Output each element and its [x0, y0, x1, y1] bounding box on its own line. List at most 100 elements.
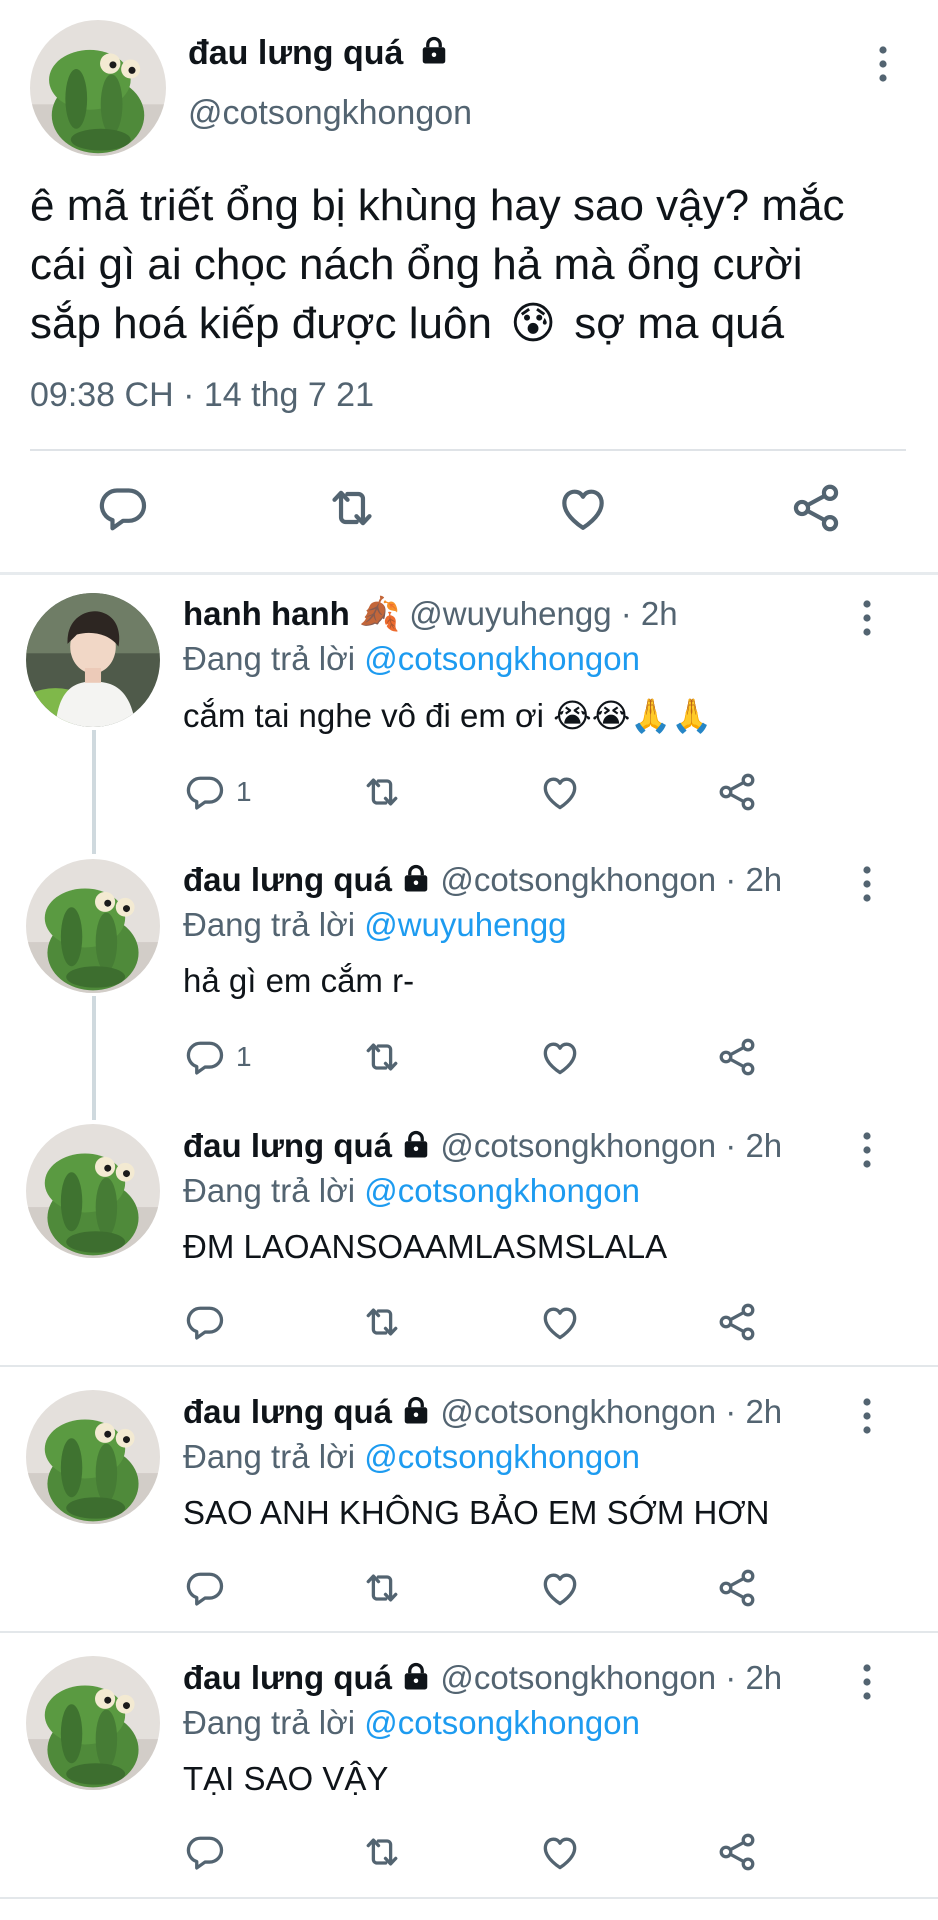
retweet-icon[interactable] — [360, 1830, 404, 1874]
tweet-text-segment: sợ ma quá — [574, 299, 785, 348]
reply-time: · 2h — [725, 861, 783, 898]
lock-icon — [401, 1130, 431, 1160]
author-handle[interactable]: @cotsongkhongon — [440, 861, 716, 898]
tweet-text: ê mã triết ổng bị khùng hay sao vậy? mắc… — [30, 176, 910, 353]
replying-to-prefix: Đang trả lời — [183, 1438, 356, 1475]
author-name[interactable]: hanh hanh — [183, 595, 350, 632]
divider — [0, 572, 938, 575]
reply-text-content: cắm tai nghe vô đi em ơi — [183, 697, 544, 734]
replying-to-prefix: Đang trả lời — [183, 1704, 356, 1741]
like-icon[interactable] — [538, 1830, 582, 1874]
more-options-icon[interactable] — [852, 864, 882, 904]
more-options-icon[interactable] — [852, 598, 882, 638]
avatar[interactable] — [30, 20, 166, 156]
author-name[interactable]: đau lưng quá — [183, 1393, 392, 1430]
person-avatar-image — [26, 593, 160, 727]
reply-header: đau lưng quá @cotsongkhongon · 2h — [183, 1659, 782, 1697]
reply-text: cắm tai nghe vô đi em ơi 😭😭🙏🙏 — [183, 696, 712, 736]
retweet-icon[interactable] — [360, 770, 404, 814]
replying-to-handle[interactable]: @wuyuhengg — [364, 906, 566, 943]
more-options-icon[interactable] — [868, 44, 898, 84]
author-handle[interactable]: @cotsongkhongon — [440, 1127, 716, 1164]
retweet-icon[interactable] — [360, 1300, 404, 1344]
like-icon[interactable] — [538, 770, 582, 814]
replying-to-handle[interactable]: @cotsongkhongon — [364, 1704, 640, 1741]
reply-text: SAO ANH KHÔNG BẢO EM SỚM HƠN — [183, 1494, 770, 1531]
replying-to-handle[interactable]: @cotsongkhongon — [364, 1438, 640, 1475]
avatar[interactable] — [26, 1390, 160, 1524]
like-icon[interactable] — [538, 1566, 582, 1610]
like-icon[interactable] — [538, 1035, 582, 1079]
frog-avatar-image — [26, 1656, 160, 1790]
replying-to: Đang trả lời @cotsongkhongon — [183, 1438, 640, 1476]
author-handle[interactable]: @cotsongkhongon — [188, 94, 472, 133]
reply-icon[interactable] — [183, 770, 227, 814]
share-icon[interactable] — [715, 1035, 759, 1079]
frog-avatar-image — [26, 1124, 160, 1258]
divider — [0, 1897, 938, 1899]
reply-text: ĐM LAOANSOAAMLASMSLALA — [183, 1228, 668, 1265]
share-icon[interactable] — [715, 770, 759, 814]
avatar[interactable] — [26, 859, 160, 993]
reply-text: TẠI SAO VẬY — [183, 1760, 389, 1797]
lock-icon — [401, 864, 431, 894]
divider — [0, 1631, 938, 1633]
author-name-text: đau lưng quá — [188, 34, 404, 72]
reply-time: · 2h — [725, 1127, 783, 1164]
more-options-icon[interactable] — [852, 1396, 882, 1436]
avatar[interactable] — [26, 1124, 160, 1258]
leaf-emoji: 🍂 — [359, 595, 401, 632]
more-options-icon[interactable] — [852, 1662, 882, 1702]
like-icon[interactable] — [538, 1300, 582, 1344]
frog-avatar-image — [26, 859, 160, 993]
replying-to-prefix: Đang trả lời — [183, 906, 356, 943]
reply-icon[interactable] — [183, 1300, 227, 1344]
share-icon[interactable] — [715, 1566, 759, 1610]
author-name[interactable]: đau lưng quá — [183, 861, 392, 898]
tweet-text-line: ê mã triết ổng bị khùng hay sao vậy? mắc — [30, 181, 845, 230]
lock-icon — [401, 1396, 431, 1426]
divider — [30, 449, 906, 451]
thread-line — [92, 730, 96, 854]
tweet-timestamp[interactable]: 09:38 CH · 14 thg 7 21 — [30, 376, 374, 415]
author-handle[interactable]: @cotsongkhongon — [440, 1393, 716, 1430]
tweet-text-line: sắp hoá kiếp được luôn 😰 sợ ma quá — [30, 294, 910, 353]
share-icon[interactable] — [788, 480, 844, 536]
reply-icon[interactable] — [183, 1566, 227, 1610]
tweet-text-line: cái gì ai chọc nách ổng hả mà ổng cười — [30, 240, 803, 289]
crying-praying-emoji: 😭😭🙏🙏 — [553, 697, 713, 734]
retweet-icon[interactable] — [324, 480, 380, 536]
author-handle[interactable]: @cotsongkhongon — [440, 1659, 716, 1696]
author-name[interactable]: đau lưng quá — [188, 34, 449, 73]
reply-header: đau lưng quá @cotsongkhongon · 2h — [183, 1393, 782, 1431]
replying-to-handle[interactable]: @cotsongkhongon — [364, 1172, 640, 1209]
replying-to: Đang trả lời @cotsongkhongon — [183, 1172, 640, 1210]
lock-icon — [401, 1662, 431, 1692]
tweet-text-segment: sắp hoá kiếp được luôn — [30, 299, 492, 348]
more-options-icon[interactable] — [852, 1130, 882, 1170]
retweet-icon[interactable] — [360, 1566, 404, 1610]
avatar[interactable] — [26, 593, 160, 727]
divider — [0, 1365, 938, 1367]
reply-count: 1 — [236, 1041, 252, 1072]
share-icon[interactable] — [715, 1300, 759, 1344]
avatar[interactable] — [26, 1656, 160, 1790]
reply-icon[interactable] — [95, 480, 151, 536]
reply-icon[interactable] — [183, 1830, 227, 1874]
author-handle[interactable]: @wuyuhengg — [409, 595, 611, 632]
frog-avatar-image — [26, 1390, 160, 1524]
thread-line — [92, 996, 96, 1120]
author-name[interactable]: đau lưng quá — [183, 1127, 392, 1164]
reply-icon[interactable] — [183, 1035, 227, 1079]
reply-time: · 2h — [620, 595, 678, 632]
frog-avatar-image — [30, 20, 166, 156]
replying-to: Đang trả lời @cotsongkhongon — [183, 1704, 640, 1742]
retweet-icon[interactable] — [360, 1035, 404, 1079]
share-icon[interactable] — [715, 1830, 759, 1874]
reply-count: 1 — [236, 776, 252, 807]
reply-header: hanh hanh 🍂 @wuyuhengg · 2h — [183, 595, 678, 634]
like-icon[interactable] — [555, 480, 611, 536]
replying-to-prefix: Đang trả lời — [183, 640, 356, 677]
replying-to-handle[interactable]: @cotsongkhongon — [364, 640, 640, 677]
author-name[interactable]: đau lưng quá — [183, 1659, 392, 1696]
